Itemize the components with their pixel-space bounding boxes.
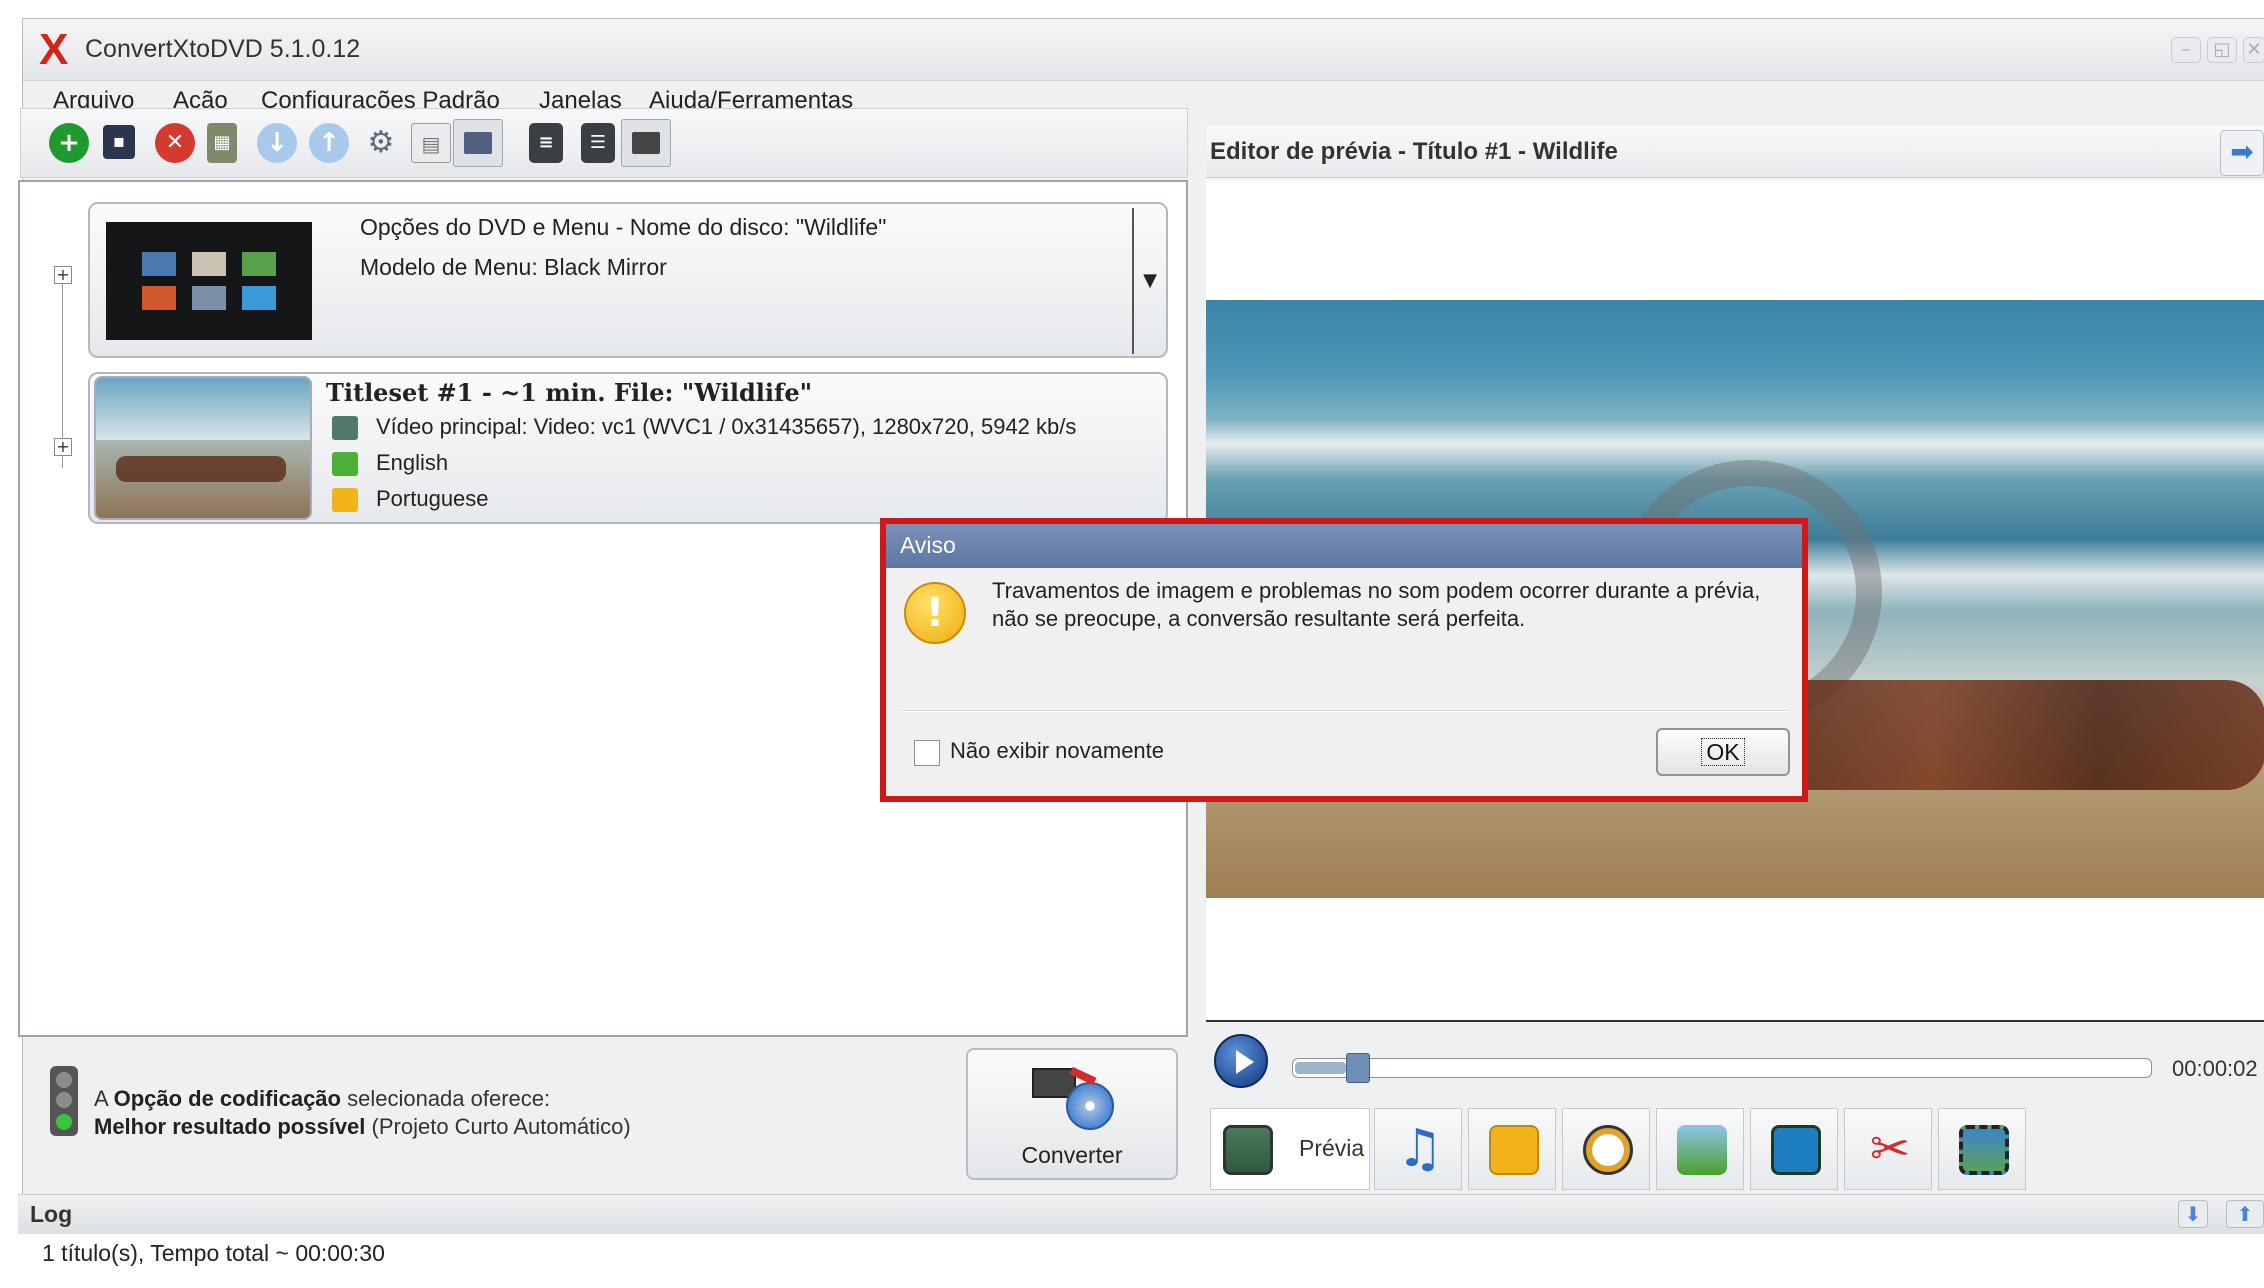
preview-tab-icon	[1223, 1125, 1273, 1175]
tab-subtitles[interactable]	[1468, 1108, 1556, 1190]
convert-button[interactable]: Converter	[966, 1048, 1178, 1180]
titleset-thumbnail	[94, 376, 312, 520]
warning-dialog: Aviso ! Travamentos de imagem e problema…	[886, 524, 1802, 796]
film-tab-icon	[1959, 1125, 2009, 1175]
chapters-tab-icon	[1583, 1125, 1633, 1175]
cut-tab-icon: ✂	[1869, 1121, 1911, 1177]
dvd-menu-card[interactable]: Opções do DVD e Menu - Nome do disco: "W…	[88, 202, 1168, 358]
tab-previa-label: Prévia	[1299, 1135, 1365, 1161]
warning-icon: !	[904, 582, 966, 644]
encoding-option-text: A Opção de codificação selecionada ofere…	[94, 1086, 551, 1111]
convert-label: Converter	[1021, 1142, 1123, 1168]
menu-grid-icon[interactable]: ▤	[411, 123, 451, 163]
preview-monitor-icon[interactable]	[453, 119, 503, 167]
preview-header: Editor de prévia - Título #1 - Wildlife …	[1206, 126, 2264, 178]
encoding-result-text: Melhor resultado possível (Projeto Curto…	[94, 1114, 631, 1139]
menu-thumbnail	[106, 222, 312, 340]
remove-icon[interactable]: ✕	[155, 123, 195, 163]
horses-shape	[1766, 680, 2264, 790]
tab-crop[interactable]	[1750, 1108, 1838, 1190]
app-logo-icon: X	[39, 25, 69, 74]
close-button[interactable]: ✕	[2243, 37, 2264, 63]
video-track-label: Vídeo principal: Video: vc1 (WVC1 / 0x31…	[376, 414, 1077, 439]
expand-dvd-button[interactable]: +	[54, 266, 72, 284]
crop-tab-icon	[1771, 1125, 1821, 1175]
tab-film[interactable]	[1938, 1108, 2026, 1190]
dialog-title: Aviso	[900, 532, 956, 558]
compact-view-icon[interactable]: ☰	[581, 123, 615, 163]
settings-icon[interactable]: ⚙	[361, 123, 401, 163]
move-up-icon[interactable]: ↑	[309, 123, 349, 163]
log-expand-icon[interactable]: ⬆	[2226, 1200, 2264, 1228]
log-label: Log	[30, 1201, 73, 1227]
maximize-button[interactable]: ◱	[2207, 37, 2237, 63]
chapters-icon[interactable]: ▦	[207, 123, 237, 163]
subtitle-tab-icon	[1489, 1125, 1539, 1175]
tv-view-icon[interactable]	[621, 119, 671, 167]
tab-audio[interactable]: ♫	[1374, 1108, 1462, 1190]
arrow-right-icon[interactable]: ➡	[2220, 130, 2264, 176]
subtitle-track-label: Portuguese	[376, 486, 489, 511]
tab-previa[interactable]: Prévia	[1210, 1108, 1370, 1190]
effects-tab-icon	[1677, 1125, 1727, 1175]
seek-handle[interactable]	[1346, 1053, 1370, 1083]
move-down-icon[interactable]: ↓	[257, 123, 297, 163]
preview-tabs: Prévia ♫ ✂	[1206, 1100, 2264, 1192]
audio-tab-icon: ♫	[1396, 1119, 1444, 1179]
menu-template-label: Modelo de Menu: Black Mirror	[360, 254, 667, 280]
titleset-header: Titleset #1 - ~1 min. File: "Wildlife"	[326, 378, 813, 407]
convert-disc-icon	[1032, 1066, 1116, 1132]
tab-effects[interactable]	[1656, 1108, 1744, 1190]
ok-label: OK	[1701, 738, 1745, 766]
title-bar: X ConvertXtoDVD 5.1.0.12 – ◱ ✕	[23, 19, 2264, 81]
tab-chapters[interactable]	[1562, 1108, 1650, 1190]
audio-track-label: English	[376, 450, 449, 475]
titleset-card[interactable]: Titleset #1 - ~1 min. File: "Wildlife" V…	[88, 372, 1168, 524]
player-bar: 00:00:02	[1206, 1020, 2264, 1098]
minimize-button[interactable]: –	[2171, 37, 2201, 63]
traffic-light-icon	[50, 1066, 78, 1136]
dialog-message-line2: não se preocupe, a conversão resultante …	[992, 606, 1526, 631]
log-text: 1 título(s), Tempo total ~ 00:00:30	[42, 1240, 385, 1266]
encoding-info: A Opção de codificação selecionada ofere…	[28, 1060, 928, 1150]
dont-show-again-label[interactable]: Não exibir novamente	[950, 738, 1164, 764]
subtitle-track-row[interactable]: Portuguese	[332, 486, 489, 513]
log-bar: Log	[18, 1194, 2264, 1234]
audio-track-row[interactable]: English	[332, 450, 449, 477]
save-icon[interactable]: ▪	[103, 125, 135, 159]
ok-button[interactable]: OK	[1656, 728, 1790, 776]
video-track-row[interactable]: Vídeo principal: Video: vc1 (WVC1 / 0x31…	[332, 414, 1077, 441]
list-view-icon[interactable]: ≡	[529, 123, 563, 163]
log-collapse-icon[interactable]: ⬇	[2178, 1200, 2208, 1228]
chevron-down-icon[interactable]: ▼	[1132, 208, 1166, 354]
speech-bubble-icon	[332, 488, 358, 513]
expand-titleset-button[interactable]: +	[54, 438, 72, 456]
play-button[interactable]	[1214, 1034, 1268, 1088]
seek-fill	[1295, 1062, 1346, 1074]
window-title: ConvertXtoDVD 5.1.0.12	[85, 35, 361, 63]
seek-slider[interactable]	[1292, 1053, 2152, 1083]
dialog-title-bar: Aviso	[886, 524, 1802, 568]
dialog-message-line1: Travamentos de imagem e problemas no som…	[992, 578, 1761, 603]
video-track-icon	[332, 416, 358, 441]
toolbar: + ▪ ✕ ▦ ↓ ↑ ⚙ ▤ ≡ ☰	[20, 108, 1188, 178]
tab-cut[interactable]: ✂	[1844, 1108, 1932, 1190]
add-icon[interactable]: +	[49, 123, 89, 163]
dialog-separator	[902, 710, 1788, 712]
preview-title: Editor de prévia - Título #1 - Wildlife	[1210, 138, 1618, 165]
dont-show-again-checkbox[interactable]	[914, 740, 940, 766]
time-readout: 00:00:02	[2172, 1056, 2258, 1081]
dvd-options-label: Opções do DVD e Menu - Nome do disco: "W…	[360, 214, 887, 240]
music-note-icon	[332, 452, 358, 477]
